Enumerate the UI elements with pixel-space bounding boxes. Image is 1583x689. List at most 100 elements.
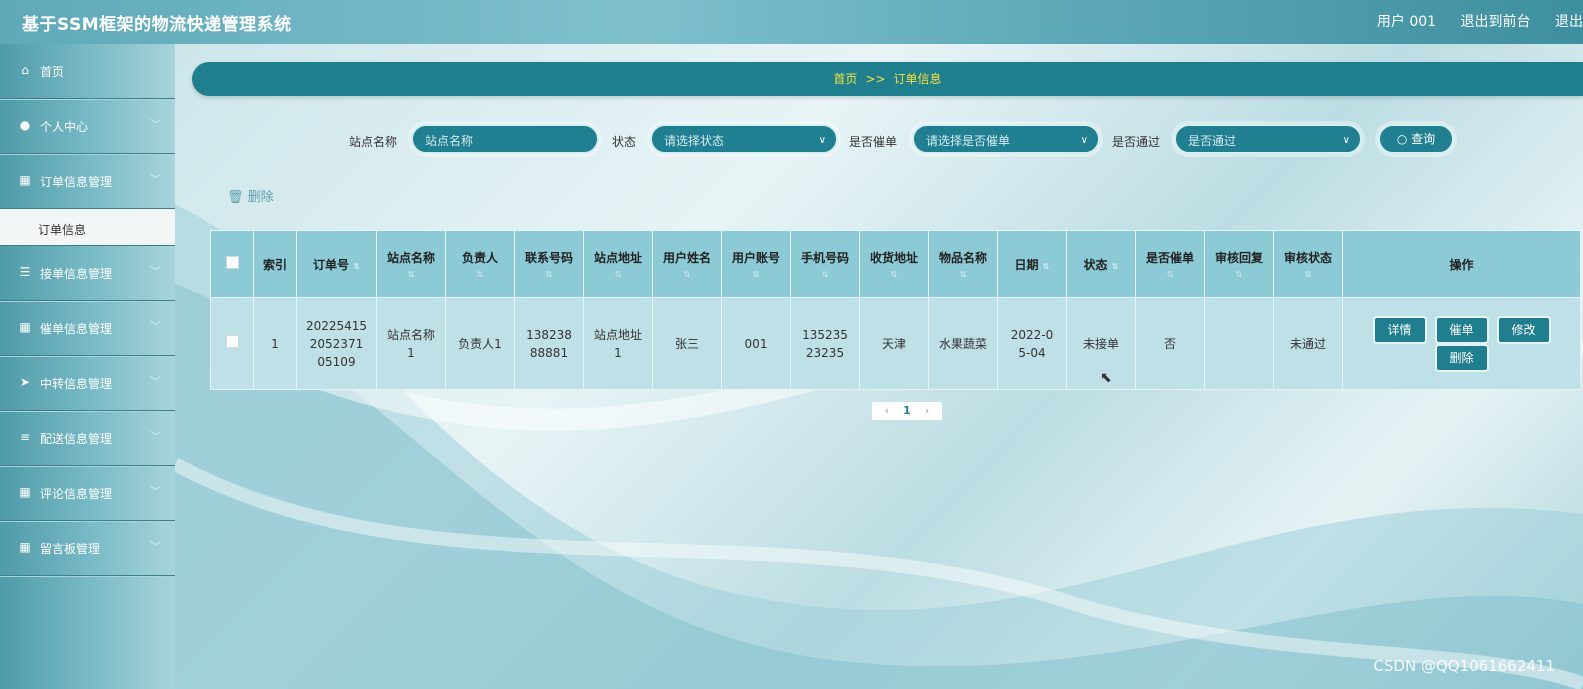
edit-button[interactable]: 修改 xyxy=(1498,317,1549,342)
breadcrumb-home-link[interactable]: 首页 xyxy=(833,72,857,86)
col-header-delivery[interactable]: 收货地址 ⇅ xyxy=(859,230,929,298)
col-header-actions: 操作 xyxy=(1342,230,1581,298)
status-placeholder: 请选择状态 xyxy=(664,134,725,148)
row-delete-button[interactable]: 删除 xyxy=(1436,345,1487,370)
sort-icon[interactable]: ⇅ xyxy=(722,270,790,279)
sidebar-item-accept-order[interactable]: ☰ 接单信息管理 ﹀ xyxy=(0,246,175,301)
cell-reply xyxy=(1204,297,1274,390)
sort-icon[interactable]: ⇅ xyxy=(1112,262,1119,271)
sidebar-item-urge-order[interactable]: ▦ 催单信息管理 ﹀ xyxy=(0,301,175,356)
list-icon: ≡ xyxy=(19,430,31,444)
sort-icon[interactable]: ⇅ xyxy=(1274,270,1342,279)
col-header-contact[interactable]: 联系号码 ⇅ xyxy=(514,230,584,298)
next-page-button[interactable]: › xyxy=(925,404,929,417)
cell-account: 001 xyxy=(721,297,791,390)
sidebar-item-transfer[interactable]: ➤ 中转信息管理 ﹀ xyxy=(0,356,175,411)
sidebar-item-label: 接单信息管理 xyxy=(40,267,113,281)
home-icon: ⌂ xyxy=(21,63,29,77)
col-header-station[interactable]: 站点名称 ⇅ xyxy=(376,230,446,298)
page-number-current[interactable]: 1 xyxy=(903,404,911,417)
select-all-checkbox[interactable] xyxy=(225,256,239,269)
pass-select[interactable]: 是否通过 ∨ xyxy=(1174,124,1362,154)
sidebar-item-comments[interactable]: ▦ 评论信息管理 ﹀ xyxy=(0,466,175,521)
sidebar-item-order-management[interactable]: ▦ 订单信息管理 ﹀ xyxy=(0,154,175,209)
col-header-phone[interactable]: 手机号码 ⇅ xyxy=(790,230,860,298)
cell-delivery: 天津 xyxy=(859,297,929,390)
pass-label: 是否通过 xyxy=(1112,135,1161,149)
sidebar-item-home[interactable]: ⌂ 首页 xyxy=(0,44,175,99)
query-button[interactable]: ○ 查询 xyxy=(1378,124,1454,154)
col-header-audit[interactable]: 审核状态 ⇅ xyxy=(1273,230,1343,298)
col-header-user-name[interactable]: 用户姓名 ⇅ xyxy=(652,230,722,298)
chevron-down-icon: ﹀ xyxy=(150,485,161,498)
station-name-label: 站点名称 xyxy=(349,135,398,149)
sidebar-item-delivery[interactable]: ≡ 配送信息管理 ﹀ xyxy=(0,411,175,466)
sort-icon[interactable]: ⇅ xyxy=(377,270,445,279)
grid-icon: ▦ xyxy=(19,485,31,499)
status-select[interactable]: 请选择状态 ∨ xyxy=(650,124,838,154)
detail-button[interactable]: 详情 xyxy=(1374,317,1425,342)
urge-select[interactable]: 请选择是否催单 ∨ xyxy=(912,124,1100,154)
sort-icon[interactable]: ⇅ xyxy=(1043,262,1050,271)
cell-actions: 详情 催单 修改 删除 xyxy=(1342,297,1581,390)
col-header-reply[interactable]: 审核回复 ⇅ xyxy=(1204,230,1274,298)
col-header-address[interactable]: 站点地址 ⇅ xyxy=(583,230,653,298)
sort-icon[interactable]: ⇅ xyxy=(929,270,997,279)
grid-icon: ▦ xyxy=(19,173,31,187)
cell-user-name: 张三 xyxy=(652,297,722,390)
col-header-order-no[interactable]: 订单号 ⇅ xyxy=(296,230,377,298)
cell-audit: 未通过 xyxy=(1273,297,1343,390)
header-actions: 用户 001 退出到前台 退出 xyxy=(1357,11,1583,31)
trash-icon: 🗑 xyxy=(227,190,244,205)
col-header-status[interactable]: 状态 ⇅ xyxy=(1066,230,1136,298)
chevron-down-icon: ﹀ xyxy=(150,430,161,443)
sliders-icon: ☰ xyxy=(19,265,31,279)
search-icon: ○ xyxy=(1396,132,1408,146)
urge-button[interactable]: 催单 xyxy=(1436,317,1487,342)
sort-icon[interactable]: ⇅ xyxy=(353,262,360,271)
cell-item: 水果蔬菜 xyxy=(928,297,998,390)
col-header-item[interactable]: 物品名称 ⇅ xyxy=(928,230,998,298)
station-name-input[interactable]: 站点名称 xyxy=(411,124,599,154)
breadcrumb-current: 订单信息 xyxy=(893,72,942,86)
sort-icon[interactable]: ⇅ xyxy=(860,270,928,279)
col-header-manager[interactable]: 负责人 ⇅ xyxy=(445,230,515,298)
sidebar-item-message-board[interactable]: ▦ 留言板管理 ﹀ xyxy=(0,521,175,576)
sort-icon[interactable]: ⇅ xyxy=(446,270,514,279)
sort-icon[interactable]: ⇅ xyxy=(515,270,583,279)
grid-icon: ▦ xyxy=(19,320,31,334)
current-user: 用户 001 xyxy=(1376,14,1437,30)
sort-icon[interactable]: ⇅ xyxy=(1136,270,1204,279)
sort-icon[interactable]: ⇅ xyxy=(584,270,652,279)
select-all-cell[interactable] xyxy=(210,230,254,298)
sidebar-item-label: 中转信息管理 xyxy=(40,377,113,391)
sort-icon[interactable]: ⇅ xyxy=(653,270,721,279)
query-button-label: 查询 xyxy=(1411,132,1436,146)
logout-link[interactable]: 退出 xyxy=(1555,14,1583,30)
col-header-account[interactable]: 用户账号 ⇅ xyxy=(721,230,791,298)
sidebar-subitem-order-info[interactable]: 订单信息 xyxy=(0,209,175,246)
watermark: CSDN @QQ1061662411 xyxy=(1373,657,1555,675)
row-checkbox[interactable] xyxy=(225,334,239,348)
cell-phone: 13523523235 xyxy=(790,297,860,390)
sort-icon[interactable]: ⇅ xyxy=(1205,270,1273,279)
chevron-down-icon: ﹀ xyxy=(150,540,161,553)
chevron-down-icon: ﹀ xyxy=(150,265,161,278)
pass-placeholder: 是否通过 xyxy=(1188,134,1237,148)
grid-icon: ▦ xyxy=(19,540,31,554)
breadcrumb-separator: >> xyxy=(865,72,886,86)
back-to-front-link[interactable]: 退出到前台 xyxy=(1461,14,1531,30)
batch-delete-label: 删除 xyxy=(247,190,274,205)
cell-date: 2022-05-04 xyxy=(997,297,1067,390)
urge-label: 是否催单 xyxy=(849,135,898,149)
prev-page-button[interactable]: ‹ xyxy=(885,404,889,417)
chevron-down-icon: ∨ xyxy=(1080,135,1088,146)
col-header-urged[interactable]: 是否催单 ⇅ xyxy=(1135,230,1205,298)
batch-delete-button[interactable]: 🗑 删除 xyxy=(227,186,274,205)
sidebar-item-label: 催单信息管理 xyxy=(40,322,113,336)
col-header-date[interactable]: 日期 ⇅ xyxy=(997,230,1067,298)
chevron-down-icon: ﹀ xyxy=(150,320,161,333)
row-select-cell[interactable] xyxy=(210,297,254,390)
sort-icon[interactable]: ⇅ xyxy=(791,270,859,279)
station-name-placeholder: 站点名称 xyxy=(425,134,474,148)
